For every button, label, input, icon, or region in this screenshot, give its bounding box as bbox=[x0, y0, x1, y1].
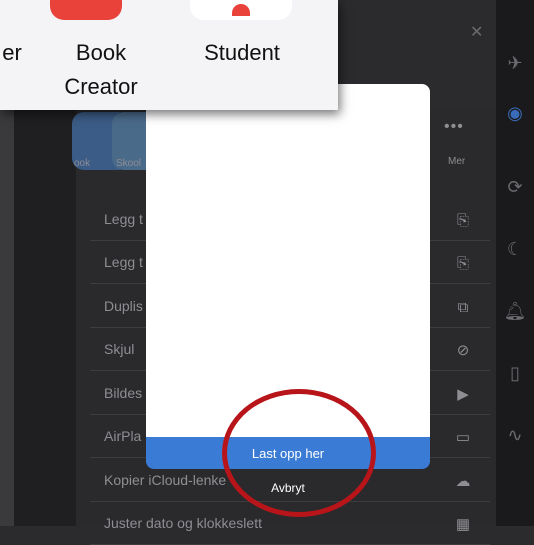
remote-icon[interactable]: ▯ bbox=[500, 358, 530, 388]
action-label: AirPla bbox=[104, 428, 142, 444]
slideshow-icon: ▶ bbox=[457, 386, 469, 403]
duplicate-icon: ⧉ bbox=[457, 298, 469, 316]
app-label-book: ook bbox=[74, 158, 91, 169]
zoomed-inset: er Book Creator Student bbox=[0, 0, 338, 110]
wifi-icon[interactable]: ◉ bbox=[500, 98, 530, 128]
doc-add-icon: ⎘ bbox=[456, 254, 469, 272]
action-label: Bildes bbox=[104, 385, 143, 401]
airplane-icon[interactable]: ✈ bbox=[500, 48, 530, 78]
close-icon[interactable]: ✕ bbox=[470, 22, 483, 42]
student-label: Student bbox=[204, 40, 280, 65]
action-label: Legg t bbox=[104, 211, 143, 227]
action-label: Legg t bbox=[104, 254, 143, 270]
app-label-skool: Skool bbox=[116, 158, 142, 169]
annotation-circle bbox=[222, 389, 376, 517]
action-label: Skjul bbox=[104, 341, 135, 357]
inset-label-cut: er bbox=[2, 40, 22, 65]
more-dots-icon: ••• bbox=[444, 118, 464, 135]
cloud-link-icon: ☁ bbox=[455, 473, 471, 490]
moon-icon[interactable]: ☾ bbox=[500, 234, 530, 264]
more-label: Mer bbox=[448, 156, 466, 167]
book-creator-label: Book Creator bbox=[64, 40, 138, 99]
student-app-icon[interactable] bbox=[190, 0, 292, 20]
more-button[interactable]: ••• Mer bbox=[444, 118, 465, 167]
doc-add-icon: ⎘ bbox=[456, 211, 469, 229]
eye-slash-icon: ⊘ bbox=[456, 342, 470, 359]
rotation-lock-icon[interactable]: ⟳ bbox=[500, 172, 530, 202]
airplay-icon: ▭ bbox=[455, 429, 471, 446]
action-label: Juster dato og klokkeslett bbox=[104, 515, 262, 531]
bell-icon[interactable]: 🔔︎ bbox=[500, 296, 530, 326]
calendar-icon: ▦ bbox=[455, 516, 471, 533]
student-logo-icon bbox=[232, 4, 250, 16]
action-label: Duplis bbox=[104, 298, 143, 314]
book-creator-app-icon[interactable] bbox=[50, 0, 122, 20]
audio-waveform-icon[interactable]: ∿ bbox=[500, 420, 530, 450]
